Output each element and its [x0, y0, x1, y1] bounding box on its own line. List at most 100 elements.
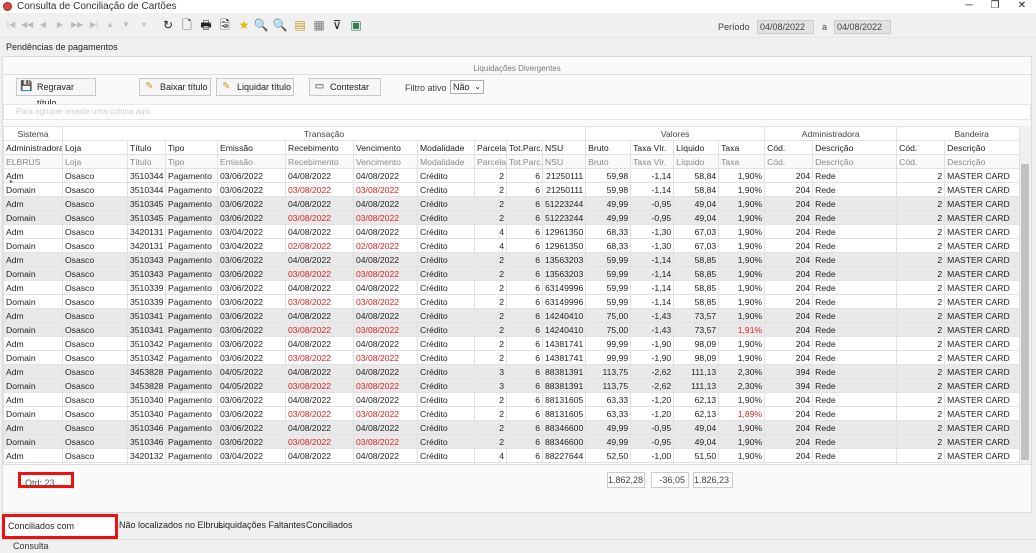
cell-band-descricao[interactable]: MASTER CARD — [944, 322, 1019, 337]
cell-adm-cod[interactable]: 204 — [764, 280, 814, 295]
cell-vencimento[interactable]: 04/08/2022 — [353, 196, 418, 211]
cell-emissao[interactable]: 03/06/2022 — [217, 266, 286, 281]
cell-loja[interactable]: Osasco — [62, 448, 128, 463]
cell-band-cod[interactable]: 2 — [896, 280, 946, 295]
cell-band-descricao[interactable]: MASTER CARD — [944, 196, 1019, 211]
cell-loja[interactable]: Osasco — [62, 406, 128, 421]
date-from-field[interactable]: 04/08/2022 — [757, 20, 814, 34]
cell-tipo[interactable]: Pagamento — [165, 224, 218, 239]
cell-bruto[interactable]: 49,99 — [585, 420, 632, 435]
cell-band-cod[interactable]: 2 — [896, 364, 946, 379]
cell-bruto[interactable]: 49,99 — [585, 196, 632, 211]
delete-record-icon[interactable]: ▼ — [120, 18, 132, 32]
cell-administradora[interactable]: Domain — [3, 378, 63, 393]
cell-parcela[interactable]: 4 — [474, 224, 507, 239]
col-header-modalidade[interactable]: Modalidade — [417, 140, 475, 155]
cell-vencimento[interactable]: 04/08/2022 — [353, 364, 418, 379]
cell-nsu[interactable]: 14240410 — [541, 322, 587, 337]
cell-emissao[interactable]: 04/05/2022 — [217, 364, 286, 379]
cell-band-descricao[interactable]: MASTER CARD — [944, 238, 1019, 253]
cell-nsu[interactable]: 51223244 — [541, 210, 587, 225]
cell-emissao[interactable]: 03/06/2022 — [217, 294, 286, 309]
table-row[interactable]: Domain Osasco 3510346 Pagamento 03/06/2022 03… — [3, 434, 1019, 449]
cell-tot-parc[interactable]: 6 — [506, 182, 543, 197]
grid-icon[interactable]: ▦ — [311, 17, 327, 33]
cell-parcela[interactable]: 3 — [474, 364, 507, 379]
cell-taxa-vlr[interactable]: -1,43 — [630, 308, 675, 323]
cell-vencimento[interactable]: 04/08/2022 — [353, 168, 418, 183]
cell-administradora[interactable]: Domain — [3, 322, 63, 337]
cell-adm-descricao[interactable]: Rede — [812, 252, 898, 267]
cell-bruto[interactable]: 49,99 — [585, 210, 632, 225]
cell-modalidade[interactable]: Crédito — [417, 280, 475, 295]
table-row[interactable]: Domain Osasco 3510339 Pagamento 03/06/2022 03… — [3, 294, 1019, 309]
cell-tot-parc[interactable]: 6 — [506, 308, 543, 323]
cell-bruto[interactable]: 59,99 — [585, 294, 632, 309]
cell-titulo[interactable]: 3420131 — [127, 224, 166, 239]
cell-adm-descricao[interactable]: Rede — [812, 280, 898, 295]
cell-titulo[interactable]: 3510345 — [127, 210, 166, 225]
cell-adm-descricao[interactable]: Rede — [812, 168, 898, 183]
cell-titulo[interactable]: 3510346 — [127, 434, 166, 449]
search-next-icon[interactable]: 🔍 — [272, 17, 288, 33]
cell-nsu[interactable]: 63149996 — [541, 294, 587, 309]
cell-tot-parc[interactable]: 6 — [506, 196, 543, 211]
cell-recebimento[interactable]: 03/08/2022 — [285, 182, 354, 197]
cell-band-descricao[interactable]: MASTER CARD — [944, 434, 1019, 449]
cell-administradora[interactable]: Domain — [3, 406, 63, 421]
cell-parcela[interactable]: 2 — [474, 196, 507, 211]
cell-emissao[interactable]: 03/06/2022 — [217, 350, 286, 365]
cell-adm-cod[interactable]: 204 — [764, 252, 814, 267]
cell-parcela[interactable]: 2 — [474, 308, 507, 323]
cell-taxa[interactable]: 1,90% — [718, 224, 766, 239]
cell-modalidade[interactable]: Crédito — [417, 434, 475, 449]
cell-band-cod[interactable]: 2 — [896, 266, 946, 281]
cell-nsu[interactable]: 88227644 — [541, 448, 587, 463]
cell-bruto[interactable]: 113,75 — [585, 378, 632, 393]
cell-nsu[interactable]: 14381741 — [541, 350, 587, 365]
cell-bruto[interactable]: 99,99 — [585, 350, 632, 365]
cell-nsu[interactable]: 21250111 — [541, 168, 587, 183]
last-record-icon[interactable]: ▶| — [88, 18, 100, 32]
excel-icon[interactable]: ▣ — [348, 17, 364, 33]
cell-titulo[interactable]: 3510345 — [127, 196, 166, 211]
export-icon[interactable]: 🗟 — [217, 17, 233, 33]
table-row[interactable]: Adm Osasco 3510341 Pagamento 03/06/2022 04/08… — [3, 308, 1019, 323]
cell-taxa-vlr[interactable]: -1,00 — [630, 448, 675, 463]
cell-liquido[interactable]: 67,03 — [673, 238, 720, 253]
cell-recebimento[interactable]: 03/08/2022 — [285, 294, 354, 309]
star-icon[interactable]: ★ — [236, 17, 252, 33]
col-filter-tot-parc[interactable]: Tot.Parc. — [506, 154, 543, 169]
cell-adm-descricao[interactable]: Rede — [812, 378, 898, 393]
cell-bruto[interactable]: 68,33 — [585, 224, 632, 239]
cell-loja[interactable]: Osasco — [62, 210, 128, 225]
cell-nsu[interactable]: 14381741 — [541, 336, 587, 351]
cell-band-descricao[interactable]: MASTER CARD — [944, 378, 1019, 393]
cell-bruto[interactable]: 68,33 — [585, 238, 632, 253]
cell-nsu[interactable]: 13563203 — [541, 266, 587, 281]
cell-administradora[interactable]: Domain — [3, 266, 63, 281]
dropdown-icon[interactable]: ▾ — [138, 18, 150, 32]
cell-modalidade[interactable]: Crédito — [417, 182, 475, 197]
cell-recebimento[interactable]: 03/08/2022 — [285, 378, 354, 393]
cell-band-cod[interactable]: 2 — [896, 294, 946, 309]
cell-tot-parc[interactable]: 6 — [506, 406, 543, 421]
col-header-loja[interactable]: Loja — [62, 140, 128, 155]
cell-taxa[interactable]: 1,90% — [718, 252, 766, 267]
cell-band-cod[interactable]: 2 — [896, 378, 946, 393]
cell-taxa-vlr[interactable]: -1,14 — [630, 182, 675, 197]
cell-tipo[interactable]: Pagamento — [165, 238, 218, 253]
cell-liquido[interactable]: 58,85 — [673, 266, 720, 281]
cell-modalidade[interactable]: Crédito — [417, 252, 475, 267]
cell-recebimento[interactable]: 04/08/2022 — [285, 168, 354, 183]
cell-titulo[interactable]: 3510340 — [127, 406, 166, 421]
cell-taxa-vlr[interactable]: -1,14 — [630, 294, 675, 309]
cell-recebimento[interactable]: 04/08/2022 — [285, 308, 354, 323]
cell-liquido[interactable]: 58,85 — [673, 252, 720, 267]
restore-button[interactable]: ❐ — [986, 0, 1004, 12]
cell-titulo[interactable]: 3510339 — [127, 280, 166, 295]
cell-modalidade[interactable]: Crédito — [417, 210, 475, 225]
cell-vencimento[interactable]: 04/08/2022 — [353, 308, 418, 323]
cell-tipo[interactable]: Pagamento — [165, 182, 218, 197]
cell-recebimento[interactable]: 04/08/2022 — [285, 420, 354, 435]
